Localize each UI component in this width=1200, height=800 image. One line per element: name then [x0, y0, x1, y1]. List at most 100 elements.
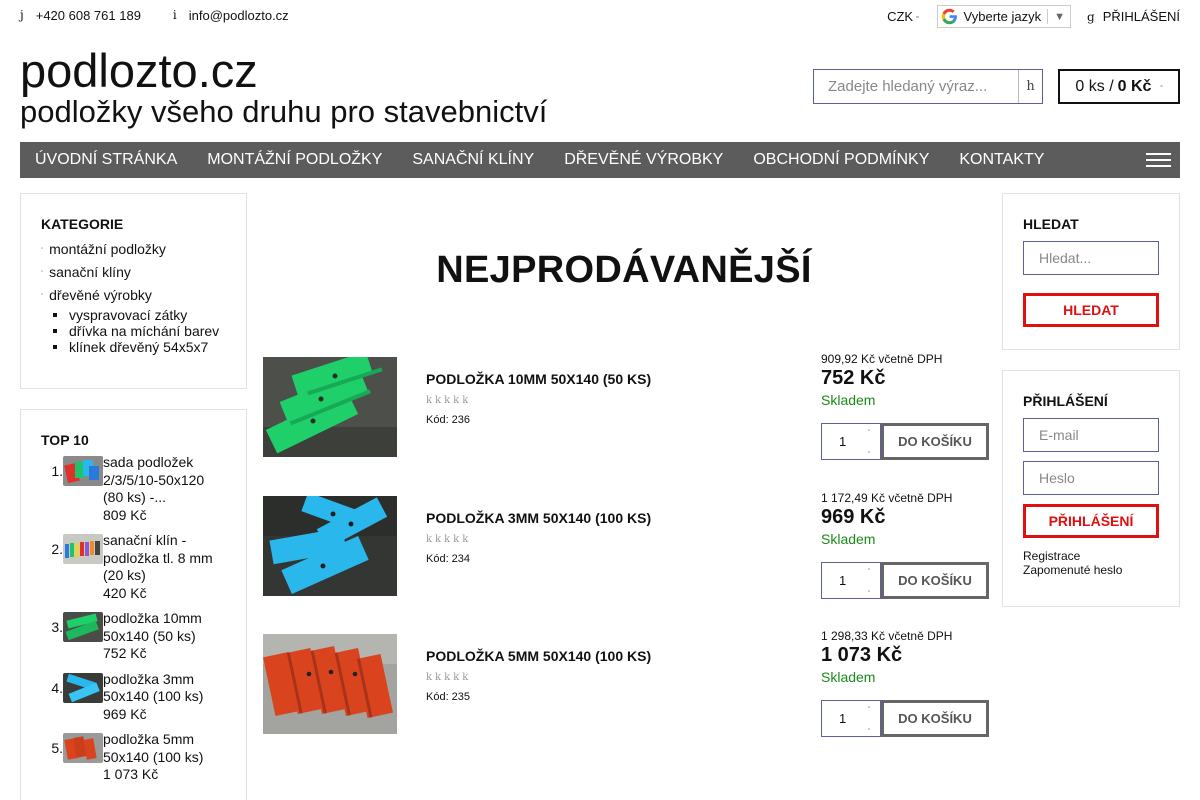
- cart-total: 0 Kč: [1117, 77, 1152, 95]
- increment-icon[interactable]: ▫: [868, 428, 870, 434]
- cart-count: 0 ks /: [1075, 77, 1114, 95]
- email-field[interactable]: E-mail: [1023, 418, 1159, 452]
- search-button[interactable]: h: [1018, 70, 1042, 103]
- price-with-vat: 909,92 Kč včetně DPH: [821, 352, 943, 366]
- rating-stars: kkkkk: [426, 395, 472, 406]
- email-icon: i: [172, 8, 177, 22]
- quantity-value[interactable]: 1: [839, 711, 862, 726]
- top10-item[interactable]: 3. podložka 10mm 50x140 (50 ks) 752 Kč: [41, 610, 226, 663]
- add-to-cart-button[interactable]: DO KOŠÍKU: [881, 562, 989, 599]
- forgot-password-link[interactable]: Zapomenuté heslo: [1023, 563, 1159, 577]
- product-title[interactable]: PODLOŽKA 3MM 50X140 (100 KS): [426, 510, 651, 526]
- cart-button[interactable]: 0 ks / 0 Kč ▫: [1058, 69, 1180, 104]
- category-item[interactable]: ▫ dřevěné výrobky: [41, 284, 226, 307]
- stock-status: Skladem: [821, 669, 876, 685]
- product-name: 50x140 (100 ks): [103, 748, 204, 765]
- stepper-arrows: ▫ ▫: [862, 567, 876, 595]
- nav-item-wedges[interactable]: SANAČNÍ KLÍNY: [397, 151, 549, 169]
- product-name: (80 ks) -...: [103, 489, 167, 505]
- header-search: h: [813, 69, 1043, 104]
- top10-text: sanační klín - podložka tl. 8 mm (20 ks)…: [103, 532, 213, 602]
- page-title: NEJPRODÁVANĚJŠÍ: [436, 249, 812, 291]
- decrement-icon[interactable]: ▫: [868, 727, 870, 733]
- stepper-arrows: ▫ ▫: [862, 428, 876, 456]
- categories-title: KATEGORIE: [41, 216, 124, 232]
- top-bar: j +420 608 761 189 i info@podlozto.cz CZ…: [20, 0, 1180, 32]
- quantity-value[interactable]: 1: [839, 434, 862, 449]
- category-item[interactable]: ▫ montážní podložky: [41, 238, 226, 261]
- product-card: PODLOŽKA 5MM 50X140 (100 KS) kkkkk Kód: …: [263, 629, 989, 744]
- rank-number: 4.: [51, 679, 63, 696]
- rating-stars: kkkkk: [426, 672, 472, 683]
- product-price: 1 073 Kč: [821, 644, 903, 666]
- register-link[interactable]: Registrace: [1023, 549, 1159, 563]
- quantity-stepper[interactable]: 1 ▫ ▫: [821, 700, 881, 737]
- chevron-down-icon: ▫: [916, 14, 919, 22]
- product-price: 752 Kč: [821, 367, 886, 389]
- password-field[interactable]: Heslo: [1023, 461, 1159, 495]
- nav-item-contacts[interactable]: KONTAKTY: [944, 151, 1059, 169]
- add-to-cart-button[interactable]: DO KOŠÍKU: [881, 423, 989, 460]
- language-label: Vyberte jazyk: [963, 9, 1042, 24]
- search-input[interactable]: [814, 70, 1018, 103]
- product-code: Kód: 236: [426, 414, 471, 426]
- bullet-icon: [53, 329, 57, 333]
- sidebar-search-button[interactable]: HLEDAT: [1023, 293, 1159, 327]
- top10-item[interactable]: 2. sanační klín - podložka tl. 8 mm (20 …: [41, 532, 226, 602]
- contact-info: j +420 608 761 189 i info@podlozto.cz: [20, 8, 289, 23]
- rank-number: 1.: [51, 463, 63, 479]
- top10-item[interactable]: 1. sada podložek 2/3/5/10-50x120 (80 ks)…: [41, 454, 226, 524]
- top-login-link[interactable]: g PŘIHLÁŠENÍ: [1087, 9, 1180, 24]
- product-thumbnail[interactable]: [63, 733, 103, 763]
- nav-item-wooden-products[interactable]: DŘEVĚNÉ VÝROBKY: [549, 151, 738, 169]
- site-logo[interactable]: podlozto.cz: [20, 45, 258, 97]
- nav-item-terms[interactable]: OBCHODNÍ PODMÍNKY: [738, 151, 944, 169]
- top10-item[interactable]: 5. podložka 5mm 50x140 (100 ks) 1 073 Kč: [41, 731, 226, 784]
- nav-item-mounting-pads[interactable]: MONTÁŽNÍ PODLOŽKY: [192, 151, 397, 169]
- stock-status: Skladem: [821, 392, 876, 408]
- product-name: podložka tl. 8 mm: [103, 549, 213, 566]
- product-image[interactable]: [263, 357, 397, 457]
- sidebar-search-input[interactable]: Hledat...: [1023, 241, 1159, 275]
- product-image[interactable]: [263, 496, 397, 596]
- increment-icon[interactable]: ▫: [868, 567, 870, 573]
- quantity-value[interactable]: 1: [839, 573, 862, 588]
- product-thumbnail[interactable]: [63, 612, 103, 642]
- product-thumbnail[interactable]: [63, 534, 103, 564]
- subcategory-list: vyspravovací zátky dřívka na míchání bar…: [53, 307, 226, 355]
- dropdown-arrow-icon: ▼: [1054, 10, 1065, 23]
- product-title[interactable]: PODLOŽKA 10MM 50X140 (50 KS): [426, 371, 651, 387]
- product-thumbnail[interactable]: [63, 456, 103, 486]
- add-to-cart-button[interactable]: DO KOŠÍKU: [881, 700, 989, 737]
- language-selector[interactable]: Vyberte jazyk ▼: [936, 5, 1071, 28]
- product-name: podložka 5mm: [103, 731, 195, 747]
- decrement-icon[interactable]: ▫: [868, 450, 870, 456]
- top-login-label: PŘIHLÁŠENÍ: [1102, 9, 1180, 24]
- product-name: 50x140 (100 ks): [103, 688, 204, 704]
- decrement-icon[interactable]: ▫: [868, 589, 870, 595]
- subcategory-item[interactable]: klínek dřevěný 54x5x7: [53, 339, 226, 355]
- nav-item-home[interactable]: ÚVODNÍ STRÁNKA: [20, 151, 192, 169]
- hamburger-menu-icon[interactable]: [1146, 153, 1171, 167]
- category-list: ▫ montážní podložky ▫ sanační klíny ▫ dřevě…: [41, 238, 226, 307]
- product-title[interactable]: PODLOŽKA 5MM 50X140 (100 KS): [426, 648, 651, 664]
- category-label: dřevěné výrobky: [49, 287, 152, 303]
- subcategory-item[interactable]: vyspravovací zátky: [53, 307, 226, 323]
- login-panel-title: PŘIHLÁŠENÍ: [1023, 393, 1108, 409]
- currency-selector[interactable]: CZK ▫: [887, 9, 918, 24]
- main-navigation: ÚVODNÍ STRÁNKA MONTÁŽNÍ PODLOŽKY SANAČNÍ…: [20, 142, 1180, 178]
- rank-number: 3.: [51, 619, 63, 635]
- quantity-stepper[interactable]: 1 ▫ ▫: [821, 562, 881, 599]
- email-link[interactable]: info@podlozto.cz: [189, 8, 289, 23]
- top10-list: 1. sada podložek 2/3/5/10-50x120 (80 ks)…: [41, 454, 226, 784]
- product-thumbnail[interactable]: [63, 672, 103, 703]
- bullet-icon: [53, 345, 57, 349]
- subcategory-item[interactable]: dřívka na míchání barev: [53, 323, 226, 339]
- quantity-stepper[interactable]: 1 ▫ ▫: [821, 423, 881, 460]
- top10-item[interactable]: 4. podložka 3mm 50x140 (100 ks) 969 Kč: [41, 671, 226, 724]
- product-image[interactable]: [263, 634, 397, 734]
- login-button[interactable]: PŘIHLÁŠENÍ: [1023, 504, 1159, 538]
- phone-link[interactable]: +420 608 761 189: [36, 8, 141, 23]
- increment-icon[interactable]: ▫: [868, 705, 870, 711]
- category-item[interactable]: ▫ sanační klíny: [41, 261, 226, 284]
